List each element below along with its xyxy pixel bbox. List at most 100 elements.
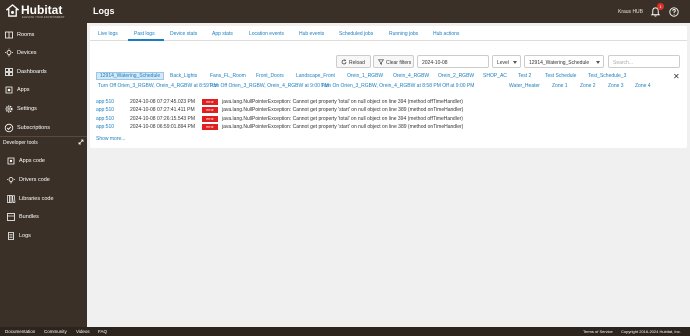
log-level-badge: error (202, 107, 218, 113)
filter-chip[interactable]: Fans_FL_Room (210, 73, 246, 79)
filter-chip[interactable]: Turn Off Orien_3_RGBW, Orein_4_RGBW at 8… (98, 83, 218, 89)
date-value: 2024-10-08 (422, 59, 448, 66)
app-select[interactable]: 12914_Watering_Schedule (524, 55, 604, 68)
filter-chip[interactable]: Zone 4 (635, 83, 651, 89)
log-message: java.lang.NullPointerException: Cannot g… (222, 116, 463, 122)
apps-code-icon (7, 157, 15, 165)
filter-chip[interactable]: Orein_1_RGBW (347, 73, 383, 79)
sidebar-item-apps[interactable]: Apps (0, 81, 87, 99)
devices-icon (5, 48, 13, 57)
log-timestamp: 2024-10-08 07:27:45.023 PM (130, 99, 196, 105)
tab-live-logs[interactable]: Live logs (98, 31, 118, 37)
log-source-link[interactable]: app:510 (96, 99, 114, 105)
filter-chip[interactable]: Turn On Orien_3_RGBW, Orein_4_RGBW at 8:… (321, 83, 474, 89)
collapse-icon[interactable] (78, 139, 84, 145)
reload-label: Reload (349, 59, 365, 66)
sidebar-item-label: Drivers code (19, 177, 50, 183)
tab-running-jobs[interactable]: Running jobs (389, 31, 418, 37)
chevron-down-icon (596, 61, 600, 64)
sidebar-item-label: Rooms (17, 32, 35, 38)
libraries-code-icon (7, 195, 16, 204)
sidebar: Rooms Devices Dashboards Apps Settings S… (0, 23, 87, 327)
filter-chip[interactable]: Water_Heater (509, 83, 540, 89)
footer-copyright: Copyright 2016-2024 Hubitat, Inc. (621, 329, 681, 334)
filter-chip[interactable]: Front_Doors (256, 73, 284, 79)
filter-chip[interactable]: Test Schedule (545, 73, 576, 79)
show-more-link[interactable]: Show more... (96, 136, 125, 142)
sidebar-item-bundles[interactable]: Bundles (0, 208, 87, 226)
log-source-link[interactable]: app:510 (96, 124, 114, 130)
sidebar-divider (0, 136, 87, 137)
brand-name: Hubitat (21, 3, 63, 17)
log-source-link[interactable]: app:510 (96, 107, 114, 113)
sidebar-item-dashboards[interactable]: Dashboards (0, 63, 87, 81)
log-timestamp: 2024-10-08 06:59:01.894 PM (130, 124, 196, 130)
hubitat-logo[interactable]: Hubitat ELEVATE YOUR ENVIRONMENT (6, 3, 81, 20)
filter-chip-selected[interactable]: 12914_Watering_Schedule (96, 72, 165, 80)
tab-location-events[interactable]: Location events (249, 31, 284, 37)
dashboards-icon (5, 68, 13, 76)
level-select[interactable]: Level (492, 55, 521, 68)
gear-icon (5, 105, 13, 113)
sidebar-item-settings[interactable]: Settings (0, 100, 87, 118)
tab-hub-events[interactable]: Hub events (299, 31, 324, 37)
filter-chip[interactable]: Landscape_Front (296, 73, 335, 79)
filter-chip[interactable]: Orein_2_RGBW (438, 73, 474, 79)
sidebar-item-rooms[interactable]: Rooms (0, 26, 87, 44)
brand-tagline: ELEVATE YOUR ENVIRONMENT (22, 16, 65, 19)
log-level-badge: error (202, 124, 218, 130)
developer-tools-header[interactable]: Developer tools (3, 140, 38, 146)
logs-icon (8, 232, 14, 240)
sidebar-item-label: Dashboards (17, 69, 47, 75)
sidebar-item-apps-code[interactable]: Apps code (0, 152, 87, 170)
sidebar-item-label: Settings (17, 106, 37, 112)
filter-chip[interactable]: Zone 1 (552, 83, 568, 89)
filter-chip[interactable]: Test 2 (518, 73, 531, 79)
filter-chip[interactable]: Turn Off Orien_3_RGBW, Orein_4_RGBW at 9… (209, 83, 329, 89)
tab-device-stats[interactable]: Device stats (170, 31, 197, 37)
sidebar-item-devices[interactable]: Devices (0, 44, 87, 62)
log-source-link[interactable]: app:510 (96, 116, 114, 122)
help-icon[interactable] (669, 7, 679, 17)
tab-hub-actions[interactable]: Hub actions (433, 31, 459, 37)
footer-link-faq[interactable]: FAQ (98, 329, 107, 334)
clear-filters-button[interactable]: Clear filters (373, 55, 414, 68)
rooms-icon (5, 31, 13, 39)
filter-chip[interactable]: Orein_4_RGBW (393, 73, 429, 79)
sidebar-item-label: Subscriptions (17, 125, 51, 131)
sidebar-item-libraries-code[interactable]: Libraries code (0, 190, 87, 208)
footer-link-documentation[interactable]: Documentation (5, 329, 35, 334)
sidebar-item-label: Logs (19, 233, 31, 239)
top-bar: Hubitat ELEVATE YOUR ENVIRONMENT Logs Kr… (0, 0, 690, 23)
filter-chip[interactable]: Zone 2 (580, 83, 596, 89)
date-field[interactable]: 2024-10-08 (417, 55, 489, 68)
filter-chip[interactable]: Zone 3 (608, 83, 624, 89)
logs-tabs: Live logs Past logs Device stats App sta… (90, 26, 687, 41)
hub-name[interactable]: Kraus HUB (618, 9, 643, 15)
bundles-icon (7, 213, 15, 221)
reload-button[interactable]: Reload (336, 55, 371, 68)
filter-chip[interactable]: SHOP_AC (483, 73, 507, 79)
sidebar-item-drivers-code[interactable]: Drivers code (0, 171, 87, 189)
footer-link-community[interactable]: Community (44, 329, 67, 334)
footer-link-terms[interactable]: Terms of Service (583, 329, 613, 334)
filter-chip[interactable]: Back_Lights (170, 73, 197, 79)
sidebar-item-label: Devices (17, 50, 37, 56)
tab-past-logs[interactable]: Past logs (134, 31, 155, 37)
apps-icon (5, 86, 13, 94)
hubitat-logo-icon (6, 4, 19, 17)
sidebar-item-logs[interactable]: Logs (0, 227, 87, 245)
footer-link-videos[interactable]: Videos (76, 329, 90, 334)
log-timestamp: 2024-10-08 07:26:15.543 PM (130, 116, 196, 122)
log-level-badge: error (202, 99, 218, 105)
sidebar-item-subscriptions[interactable]: Subscriptions (0, 119, 87, 137)
search-input[interactable]: Search... (608, 55, 680, 68)
log-level-badge: error (202, 116, 218, 122)
tab-app-stats[interactable]: App stats (212, 31, 233, 37)
filter-icon (378, 59, 384, 65)
page-title: Logs (93, 6, 115, 16)
drivers-code-icon (7, 177, 15, 184)
filter-chip[interactable]: Test_Schedule_3 (588, 73, 626, 79)
close-icon[interactable]: ✕ (673, 72, 680, 81)
tab-scheduled-jobs[interactable]: Scheduled jobs (339, 31, 373, 37)
